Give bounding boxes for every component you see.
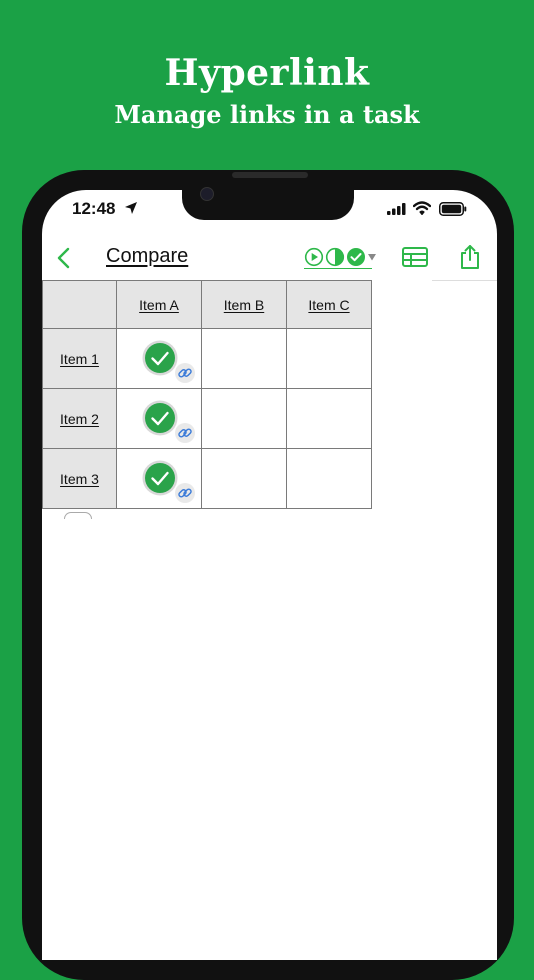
check-circle-icon: [347, 248, 365, 266]
battery-icon: [439, 202, 467, 216]
compare-table: Item A Item B Item C Item 1 Item 2 Item …: [42, 280, 372, 509]
wifi-icon: [413, 201, 431, 215]
status-filter-underline: [304, 268, 372, 269]
table-cell-item3-itemc[interactable]: [286, 448, 372, 509]
share-icon[interactable]: [459, 244, 481, 270]
check-circle-icon: [142, 460, 178, 496]
promo-subtitle: Manage links in a task: [114, 100, 420, 129]
status-time: 12:48: [72, 199, 116, 218]
nav-divider: [432, 280, 497, 281]
hyperlink-icon[interactable]: [175, 423, 195, 443]
row-header-item-1[interactable]: Item 1: [42, 328, 117, 389]
notch-speaker: [232, 172, 308, 178]
row-header-label: Item 2: [60, 410, 99, 427]
column-header-item-c[interactable]: Item C: [286, 280, 372, 329]
table-cell-item1-itemc[interactable]: [286, 328, 372, 389]
row-header-item-3[interactable]: Item 3: [42, 448, 117, 509]
table-cell-item3-itema[interactable]: [116, 448, 202, 509]
table-cell-item1-itema[interactable]: [116, 328, 202, 389]
row-header-label: Item 3: [60, 470, 99, 487]
table-cell-item1-itemb[interactable]: [201, 328, 287, 389]
table-corner-cell: [42, 280, 117, 329]
hyperlink-icon[interactable]: [175, 483, 195, 503]
resize-handle[interactable]: [64, 512, 92, 519]
hyperlink-icon[interactable]: [175, 363, 195, 383]
column-header-label: Item B: [223, 296, 265, 313]
nav-title[interactable]: Compare: [106, 245, 188, 268]
check-circle-icon: [142, 340, 178, 376]
caret-down-icon: [368, 254, 376, 261]
table-row: Item 1: [42, 328, 372, 389]
table-header-row: Item A Item B Item C: [42, 280, 372, 329]
table-cell-item2-itema[interactable]: [116, 388, 202, 449]
table-cell-item2-itemb[interactable]: [201, 388, 287, 449]
column-header-label: Item C: [308, 296, 350, 313]
status-filter-dropdown[interactable]: [304, 246, 377, 268]
cellular-signal-icon: [387, 203, 406, 215]
promo-title: Hyperlink: [164, 52, 370, 94]
row-header-label: Item 1: [60, 350, 99, 367]
check-circle-icon: [142, 400, 178, 436]
play-circle-icon: [304, 247, 324, 267]
front-camera: [200, 187, 214, 201]
table-icon[interactable]: [402, 247, 428, 267]
half-circle-icon: [325, 247, 345, 267]
column-header-item-b[interactable]: Item B: [201, 280, 287, 329]
column-header-label: Item A: [139, 296, 179, 313]
table-cell-item2-itemc[interactable]: [286, 388, 372, 449]
table-cell-item3-itemb[interactable]: [201, 448, 287, 509]
table-row: Item 3: [42, 448, 372, 509]
table-row: Item 2: [42, 388, 372, 449]
location-arrow-icon: [125, 202, 137, 214]
row-header-item-2[interactable]: Item 2: [42, 388, 117, 449]
column-header-item-a[interactable]: Item A: [116, 280, 202, 329]
chevron-left-icon[interactable]: [54, 246, 74, 270]
